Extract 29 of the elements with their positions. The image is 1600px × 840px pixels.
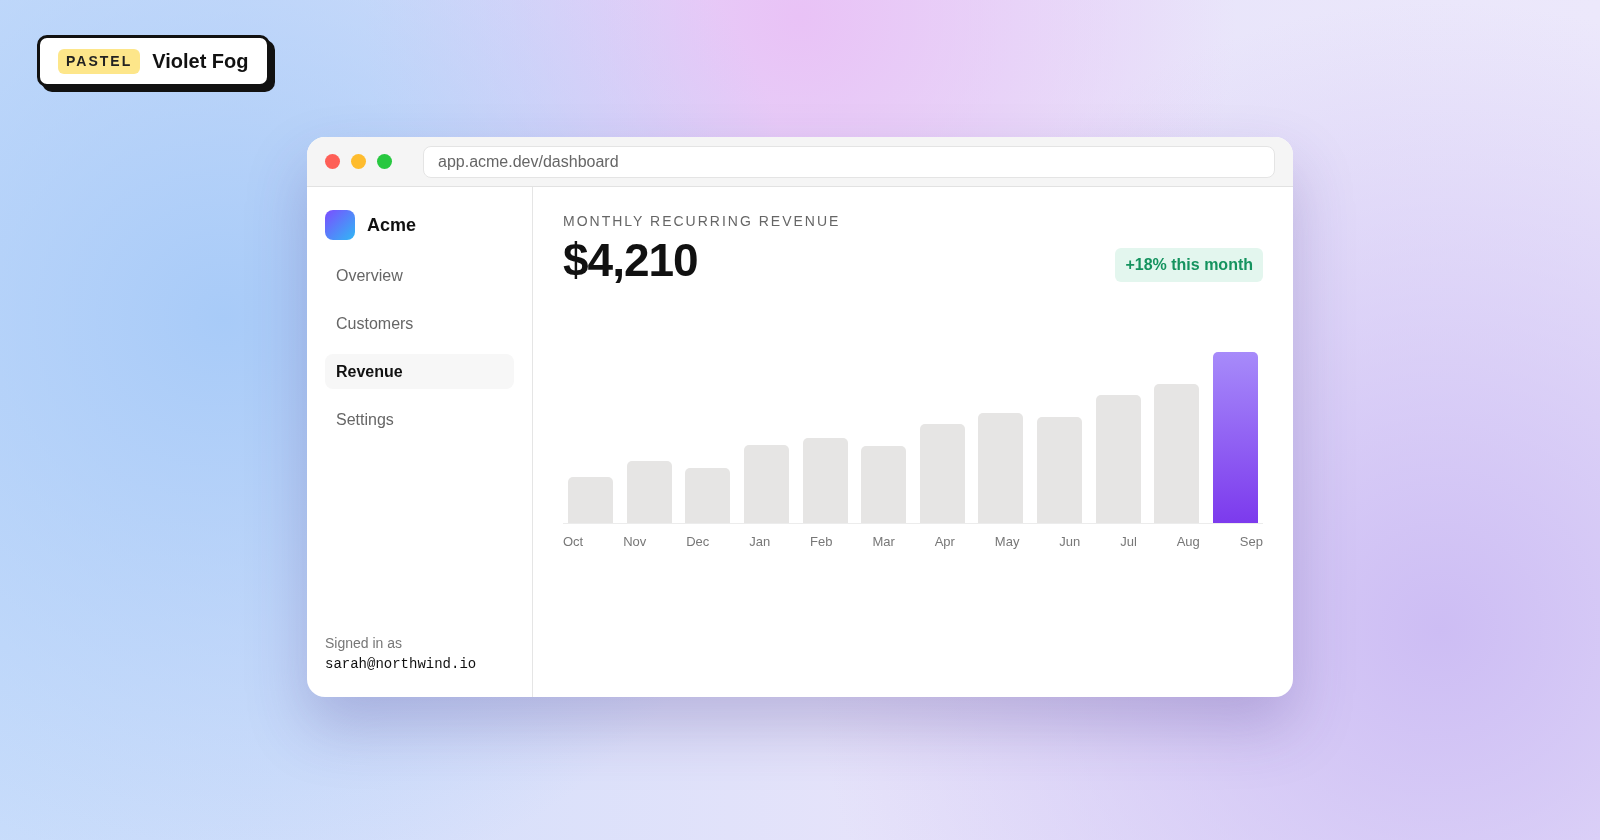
signed-in-caption: Signed in as [325, 634, 404, 653]
metric-label: MONTHLY RECURRING REVENUE [563, 212, 842, 231]
month-label: Sep [1239, 533, 1263, 551]
month-label: Aug [1176, 533, 1200, 551]
maximize-button[interactable] [377, 154, 392, 169]
month-label: Mar [872, 533, 895, 551]
address-bar[interactable]: app.acme.dev/dashboard [423, 145, 1275, 178]
user-email: sarah@northwind.io [325, 655, 478, 674]
nav-item[interactable]: Revenue [325, 354, 514, 389]
badge-tag: PASTEL [58, 48, 141, 74]
nav-item[interactable]: Overview [325, 258, 514, 293]
month-label: May [994, 533, 1020, 551]
close-button[interactable] [325, 154, 340, 169]
month-label: Oct [563, 533, 584, 551]
month-label: Feb [810, 533, 833, 551]
logo-icon [325, 210, 355, 240]
month-label: Nov [623, 533, 647, 551]
nav-item[interactable]: Customers [325, 306, 514, 341]
minimize-button[interactable] [351, 154, 366, 169]
month-label: Jan [749, 533, 771, 551]
nav-item[interactable]: Settings [325, 402, 514, 437]
month-label: Jun [1059, 533, 1081, 551]
month-label: Apr [934, 533, 955, 551]
brand-name: Acme [367, 213, 417, 237]
badge-title: Violet Fog [152, 49, 249, 74]
change-badge: +18% this month [1115, 248, 1263, 282]
month-label: Dec [686, 533, 710, 551]
month-label: Jul [1120, 533, 1137, 551]
metric-value: $4,210 [563, 233, 698, 288]
